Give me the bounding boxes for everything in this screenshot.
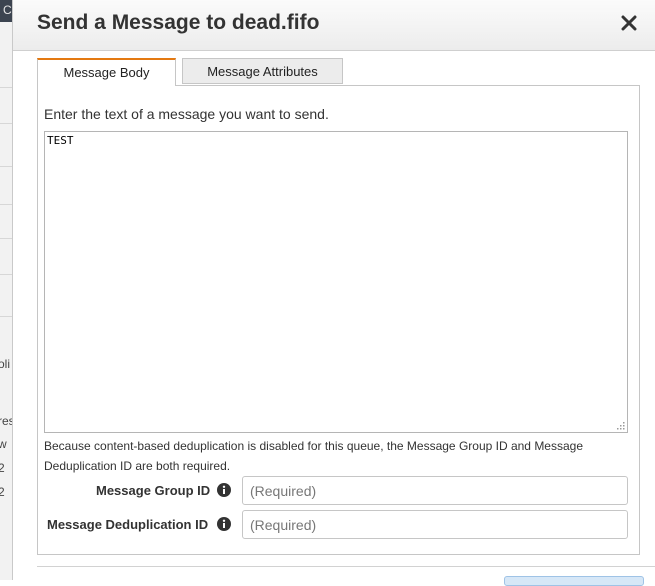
message-instruction: Enter the text of a message you want to … (44, 106, 329, 122)
tab-message-attributes[interactable]: Message Attributes (182, 58, 343, 84)
background-header-bar: C (0, 0, 12, 22)
info-icon[interactable] (217, 483, 231, 497)
deduplication-note: Because content-based deduplication is d… (44, 439, 584, 473)
resize-grip-icon[interactable] (614, 419, 626, 431)
message-deduplication-id-label: Message Deduplication ID (47, 517, 209, 532)
background-text-fragment: 2 (0, 461, 5, 475)
message-body-textarea[interactable] (44, 131, 628, 433)
background-divider (0, 166, 12, 167)
background-text-fragment: 2 (0, 485, 5, 499)
dialog-title: Send a Message to dead.fifo (37, 11, 320, 34)
background-divider (0, 87, 12, 88)
message-deduplication-id-input[interactable] (242, 510, 628, 539)
background-divider (0, 316, 12, 317)
dialog-footer-divider (37, 566, 655, 567)
background-header-fragment: C (3, 3, 12, 17)
tab-message-body[interactable]: Message Body (37, 58, 176, 86)
info-icon[interactable] (217, 517, 231, 531)
message-group-id-label: Message Group ID (96, 483, 211, 498)
message-group-id-input[interactable] (242, 476, 628, 505)
close-icon[interactable] (616, 10, 642, 36)
background-text-fragment: res (0, 414, 12, 428)
background-divider (0, 123, 12, 124)
send-message-dialog: Send a Message to dead.fifo Message Body… (12, 0, 655, 586)
background-page: C oli res w 2 2 (0, 0, 12, 580)
background-divider (0, 274, 12, 275)
background-divider (0, 204, 12, 205)
dialog-header: Send a Message to dead.fifo (13, 0, 655, 51)
background-divider (0, 238, 12, 239)
send-message-button[interactable] (504, 576, 644, 586)
background-text-fragment: oli (0, 357, 11, 371)
background-text-fragment: w (0, 437, 7, 451)
